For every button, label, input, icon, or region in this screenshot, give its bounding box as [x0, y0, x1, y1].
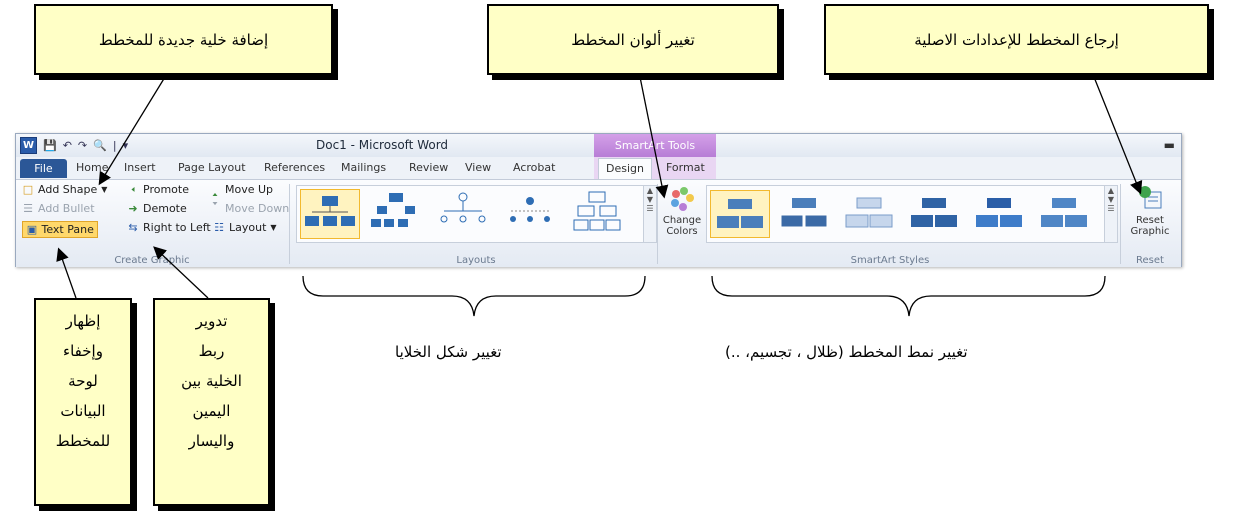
brace-layouts	[302, 275, 646, 317]
annotation-arrows	[56, 76, 1143, 317]
brace-styles	[711, 275, 1106, 317]
arrow-change-colors	[639, 76, 669, 199]
arrow-text-pane	[56, 247, 77, 299]
arrow-right-to-left	[153, 246, 209, 299]
arrow-reset	[1093, 76, 1143, 195]
arrow-add-shape	[98, 76, 166, 186]
